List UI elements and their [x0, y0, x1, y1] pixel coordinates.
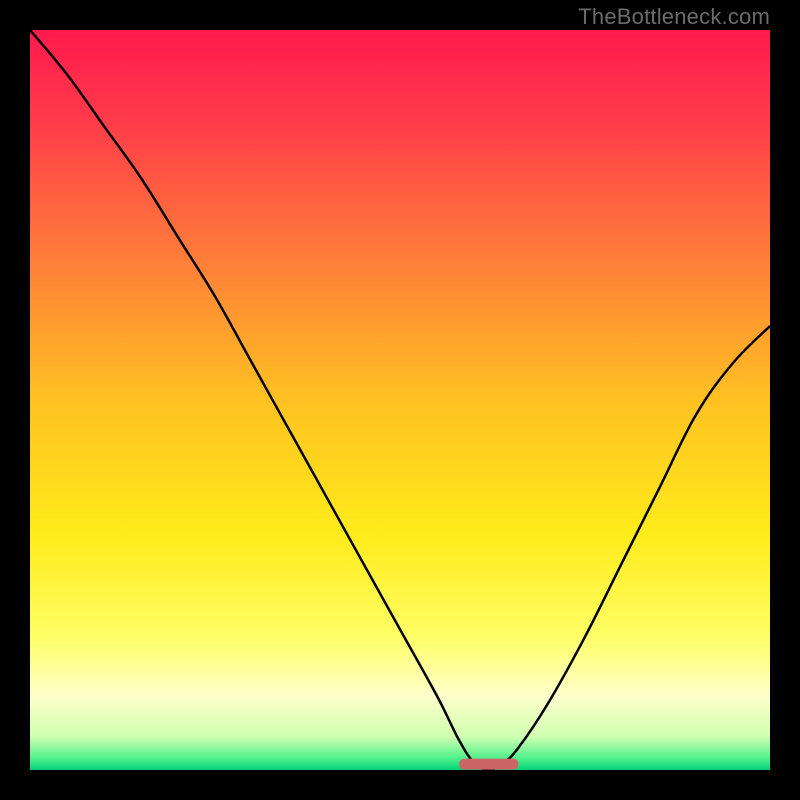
chart-frame: TheBottleneck.com — [0, 0, 800, 800]
gradient-background — [30, 30, 770, 770]
plot-area — [30, 30, 770, 770]
plot-svg — [30, 30, 770, 770]
watermark-label: TheBottleneck.com — [578, 4, 770, 30]
optimum-marker — [459, 759, 518, 770]
